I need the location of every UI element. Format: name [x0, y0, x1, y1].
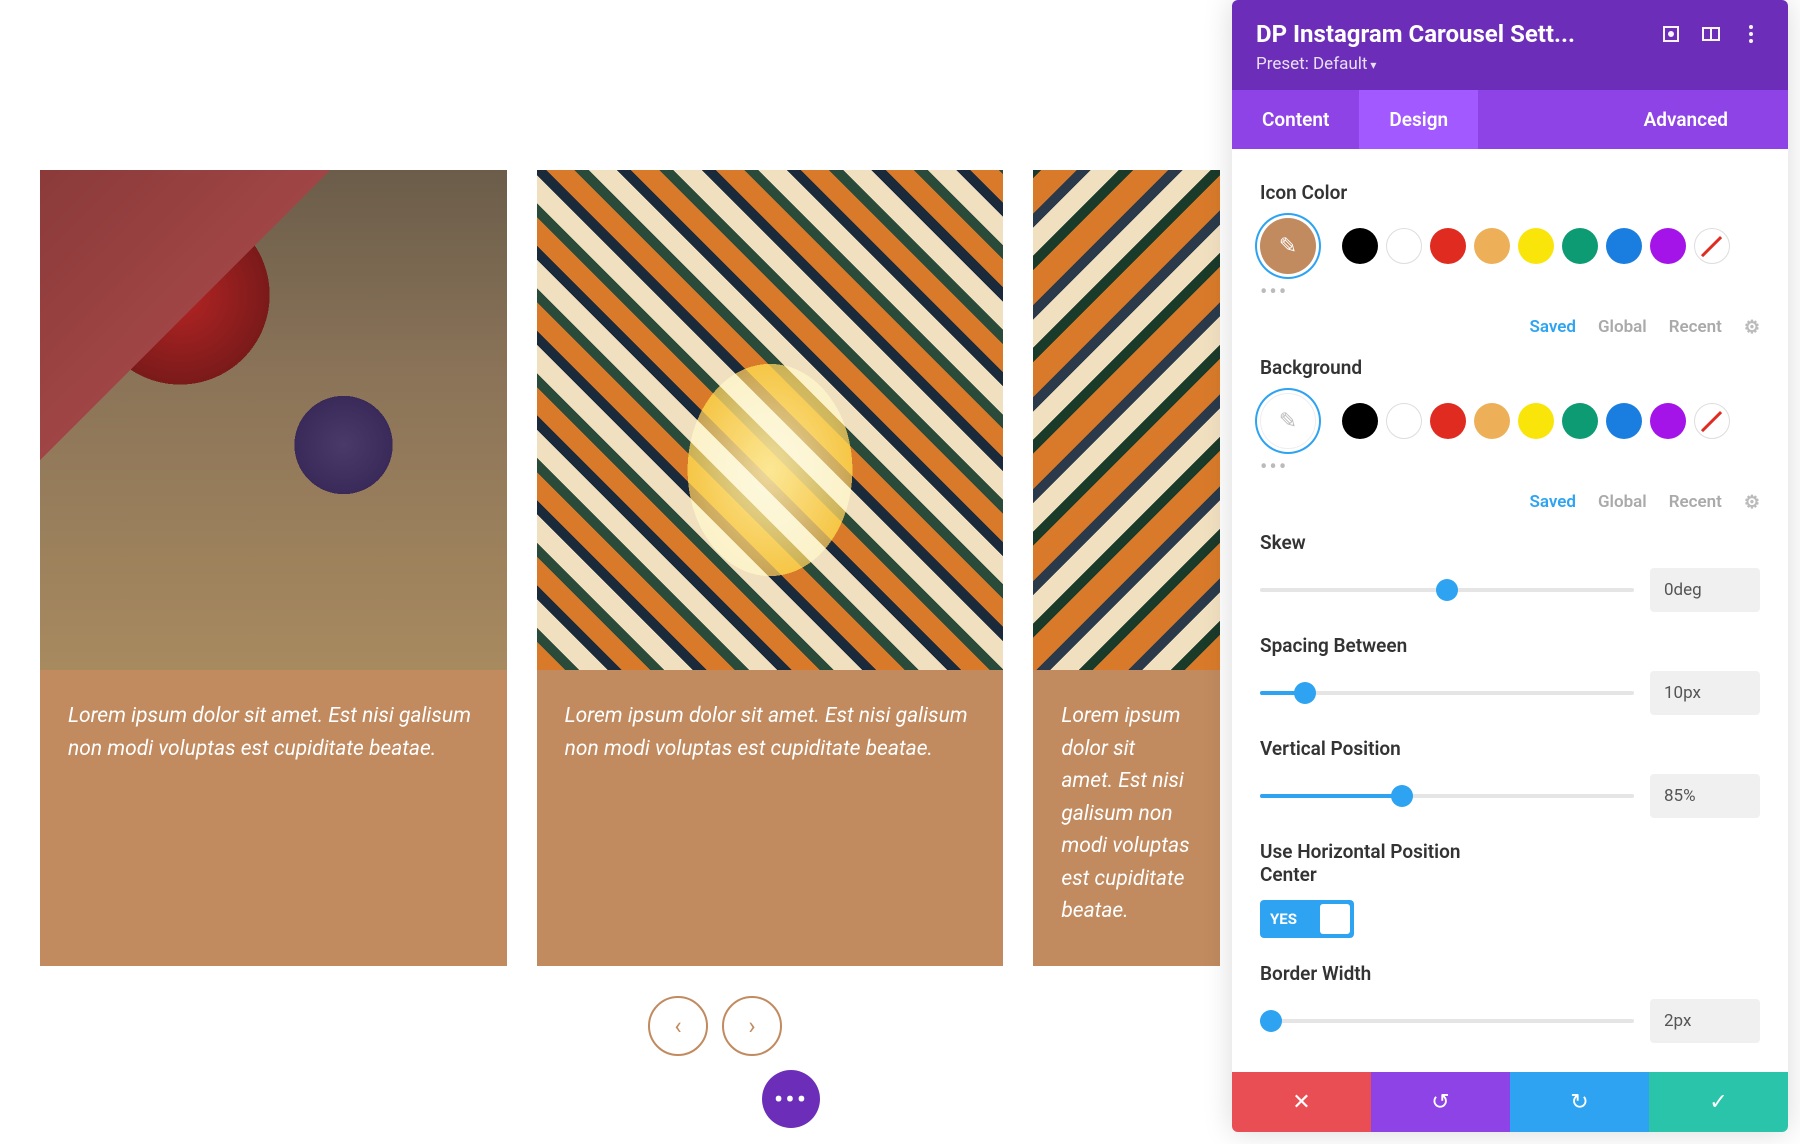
- gear-icon[interactable]: ⚙: [1744, 317, 1760, 338]
- color-source-tabs: Saved Global Recent ⚙: [1260, 492, 1760, 513]
- color-swatch-green[interactable]: [1562, 403, 1598, 439]
- color-swatch-yellow[interactable]: [1518, 228, 1554, 264]
- eyedropper-icon: ✎: [1279, 409, 1297, 434]
- spacing-value[interactable]: 10px: [1650, 671, 1760, 715]
- card-caption: Lorem ipsum dolor sit amet. Est nisi gal…: [1033, 670, 1220, 966]
- border-width-value[interactable]: 2px: [1650, 999, 1760, 1043]
- panel-tabs: Content Design Advanced: [1232, 90, 1788, 149]
- color-swatch-purple[interactable]: [1650, 228, 1686, 264]
- color-tab-recent[interactable]: Recent: [1669, 317, 1722, 338]
- color-swatch-none[interactable]: [1694, 228, 1730, 264]
- menu-icon[interactable]: [1738, 21, 1764, 47]
- prev-button[interactable]: ‹: [648, 996, 708, 1056]
- panel-title: DP Instagram Carousel Sett...: [1256, 20, 1644, 48]
- carousel: Lorem ipsum dolor sit amet. Est nisi gal…: [40, 170, 1220, 1056]
- vertical-position-label: Vertical Position: [1260, 737, 1760, 760]
- card-image: [40, 170, 507, 670]
- vertical-position-slider[interactable]: [1260, 794, 1634, 798]
- redo-button[interactable]: ↻: [1510, 1072, 1649, 1132]
- next-button[interactable]: ›: [722, 996, 782, 1056]
- snap-icon[interactable]: [1698, 21, 1724, 47]
- horizontal-center-label: Use Horizontal Position Center: [1260, 840, 1520, 886]
- card-caption: Lorem ipsum dolor sit amet. Est nisi gal…: [40, 670, 507, 803]
- color-swatch-green[interactable]: [1562, 228, 1598, 264]
- dots-icon: •••: [774, 1083, 808, 1116]
- tab-advanced[interactable]: Advanced: [1614, 90, 1758, 149]
- background-color-picker[interactable]: ✎: [1260, 393, 1316, 449]
- card-image: [1033, 170, 1220, 670]
- tab-design[interactable]: Design: [1359, 90, 1478, 149]
- skew-label: Skew: [1260, 531, 1760, 554]
- save-button[interactable]: ✓: [1649, 1072, 1788, 1132]
- eyedropper-icon: ✎: [1279, 234, 1297, 259]
- settings-panel: DP Instagram Carousel Sett... Preset: De…: [1232, 0, 1788, 1132]
- expand-icon[interactable]: [1658, 21, 1684, 47]
- carousel-nav: ‹ ›: [210, 996, 1220, 1056]
- page-options-fab[interactable]: •••: [762, 1070, 820, 1128]
- color-swatch-purple[interactable]: [1650, 403, 1686, 439]
- cancel-button[interactable]: ✕: [1232, 1072, 1371, 1132]
- border-width-label: Border Width: [1260, 962, 1760, 985]
- panel-header: DP Instagram Carousel Sett... Preset: De…: [1232, 0, 1788, 90]
- color-swatch-none[interactable]: [1694, 403, 1730, 439]
- undo-button[interactable]: ↺: [1371, 1072, 1510, 1132]
- spacing-label: Spacing Between: [1260, 634, 1760, 657]
- skew-value[interactable]: 0deg: [1650, 568, 1760, 612]
- color-tab-global[interactable]: Global: [1598, 317, 1647, 338]
- carousel-cards: Lorem ipsum dolor sit amet. Est nisi gal…: [40, 170, 1220, 966]
- color-swatch-yellow[interactable]: [1518, 403, 1554, 439]
- color-swatch-orange[interactable]: [1474, 403, 1510, 439]
- color-swatch-black[interactable]: [1342, 228, 1378, 264]
- background-label: Background: [1260, 356, 1760, 379]
- color-swatch-blue[interactable]: [1606, 403, 1642, 439]
- icon-color-picker[interactable]: ✎: [1260, 218, 1316, 274]
- color-tab-saved[interactable]: Saved: [1529, 492, 1576, 513]
- horizontal-center-toggle[interactable]: YES: [1260, 900, 1354, 938]
- more-colors[interactable]: •••: [1260, 280, 1760, 305]
- carousel-card[interactable]: Lorem ipsum dolor sit amet. Est nisi gal…: [1033, 170, 1220, 966]
- color-source-tabs: Saved Global Recent ⚙: [1260, 317, 1760, 338]
- color-swatch-black[interactable]: [1342, 403, 1378, 439]
- gear-icon[interactable]: ⚙: [1744, 492, 1760, 513]
- border-width-slider[interactable]: [1260, 1019, 1634, 1023]
- tab-content[interactable]: Content: [1232, 90, 1359, 149]
- preset-selector[interactable]: Preset: Default: [1256, 54, 1764, 74]
- panel-footer: ✕ ↺ ↻ ✓: [1232, 1072, 1788, 1132]
- color-swatch-red[interactable]: [1430, 403, 1466, 439]
- color-swatch-white[interactable]: [1386, 228, 1422, 264]
- panel-body[interactable]: Icon Color ✎ ••• Saved Global Recent ⚙ B…: [1232, 149, 1788, 1072]
- carousel-card[interactable]: Lorem ipsum dolor sit amet. Est nisi gal…: [40, 170, 507, 966]
- carousel-card[interactable]: Lorem ipsum dolor sit amet. Est nisi gal…: [537, 170, 1004, 966]
- vertical-position-value[interactable]: 85%: [1650, 774, 1760, 818]
- toggle-label: YES: [1270, 910, 1297, 928]
- spacing-slider[interactable]: [1260, 691, 1634, 695]
- color-swatch-red[interactable]: [1430, 228, 1466, 264]
- more-colors[interactable]: •••: [1260, 455, 1760, 480]
- color-swatch-white[interactable]: [1386, 403, 1422, 439]
- icon-color-row: ✎: [1260, 218, 1760, 274]
- color-tab-recent[interactable]: Recent: [1669, 492, 1722, 513]
- color-swatch-orange[interactable]: [1474, 228, 1510, 264]
- card-caption: Lorem ipsum dolor sit amet. Est nisi gal…: [537, 670, 1004, 803]
- card-image: [537, 170, 1004, 670]
- color-tab-global[interactable]: Global: [1598, 492, 1647, 513]
- background-color-row: ✎: [1260, 393, 1760, 449]
- icon-color-label: Icon Color: [1260, 181, 1760, 204]
- color-swatch-blue[interactable]: [1606, 228, 1642, 264]
- toggle-knob: [1320, 904, 1350, 934]
- skew-slider[interactable]: [1260, 588, 1634, 592]
- color-tab-saved[interactable]: Saved: [1529, 317, 1576, 338]
